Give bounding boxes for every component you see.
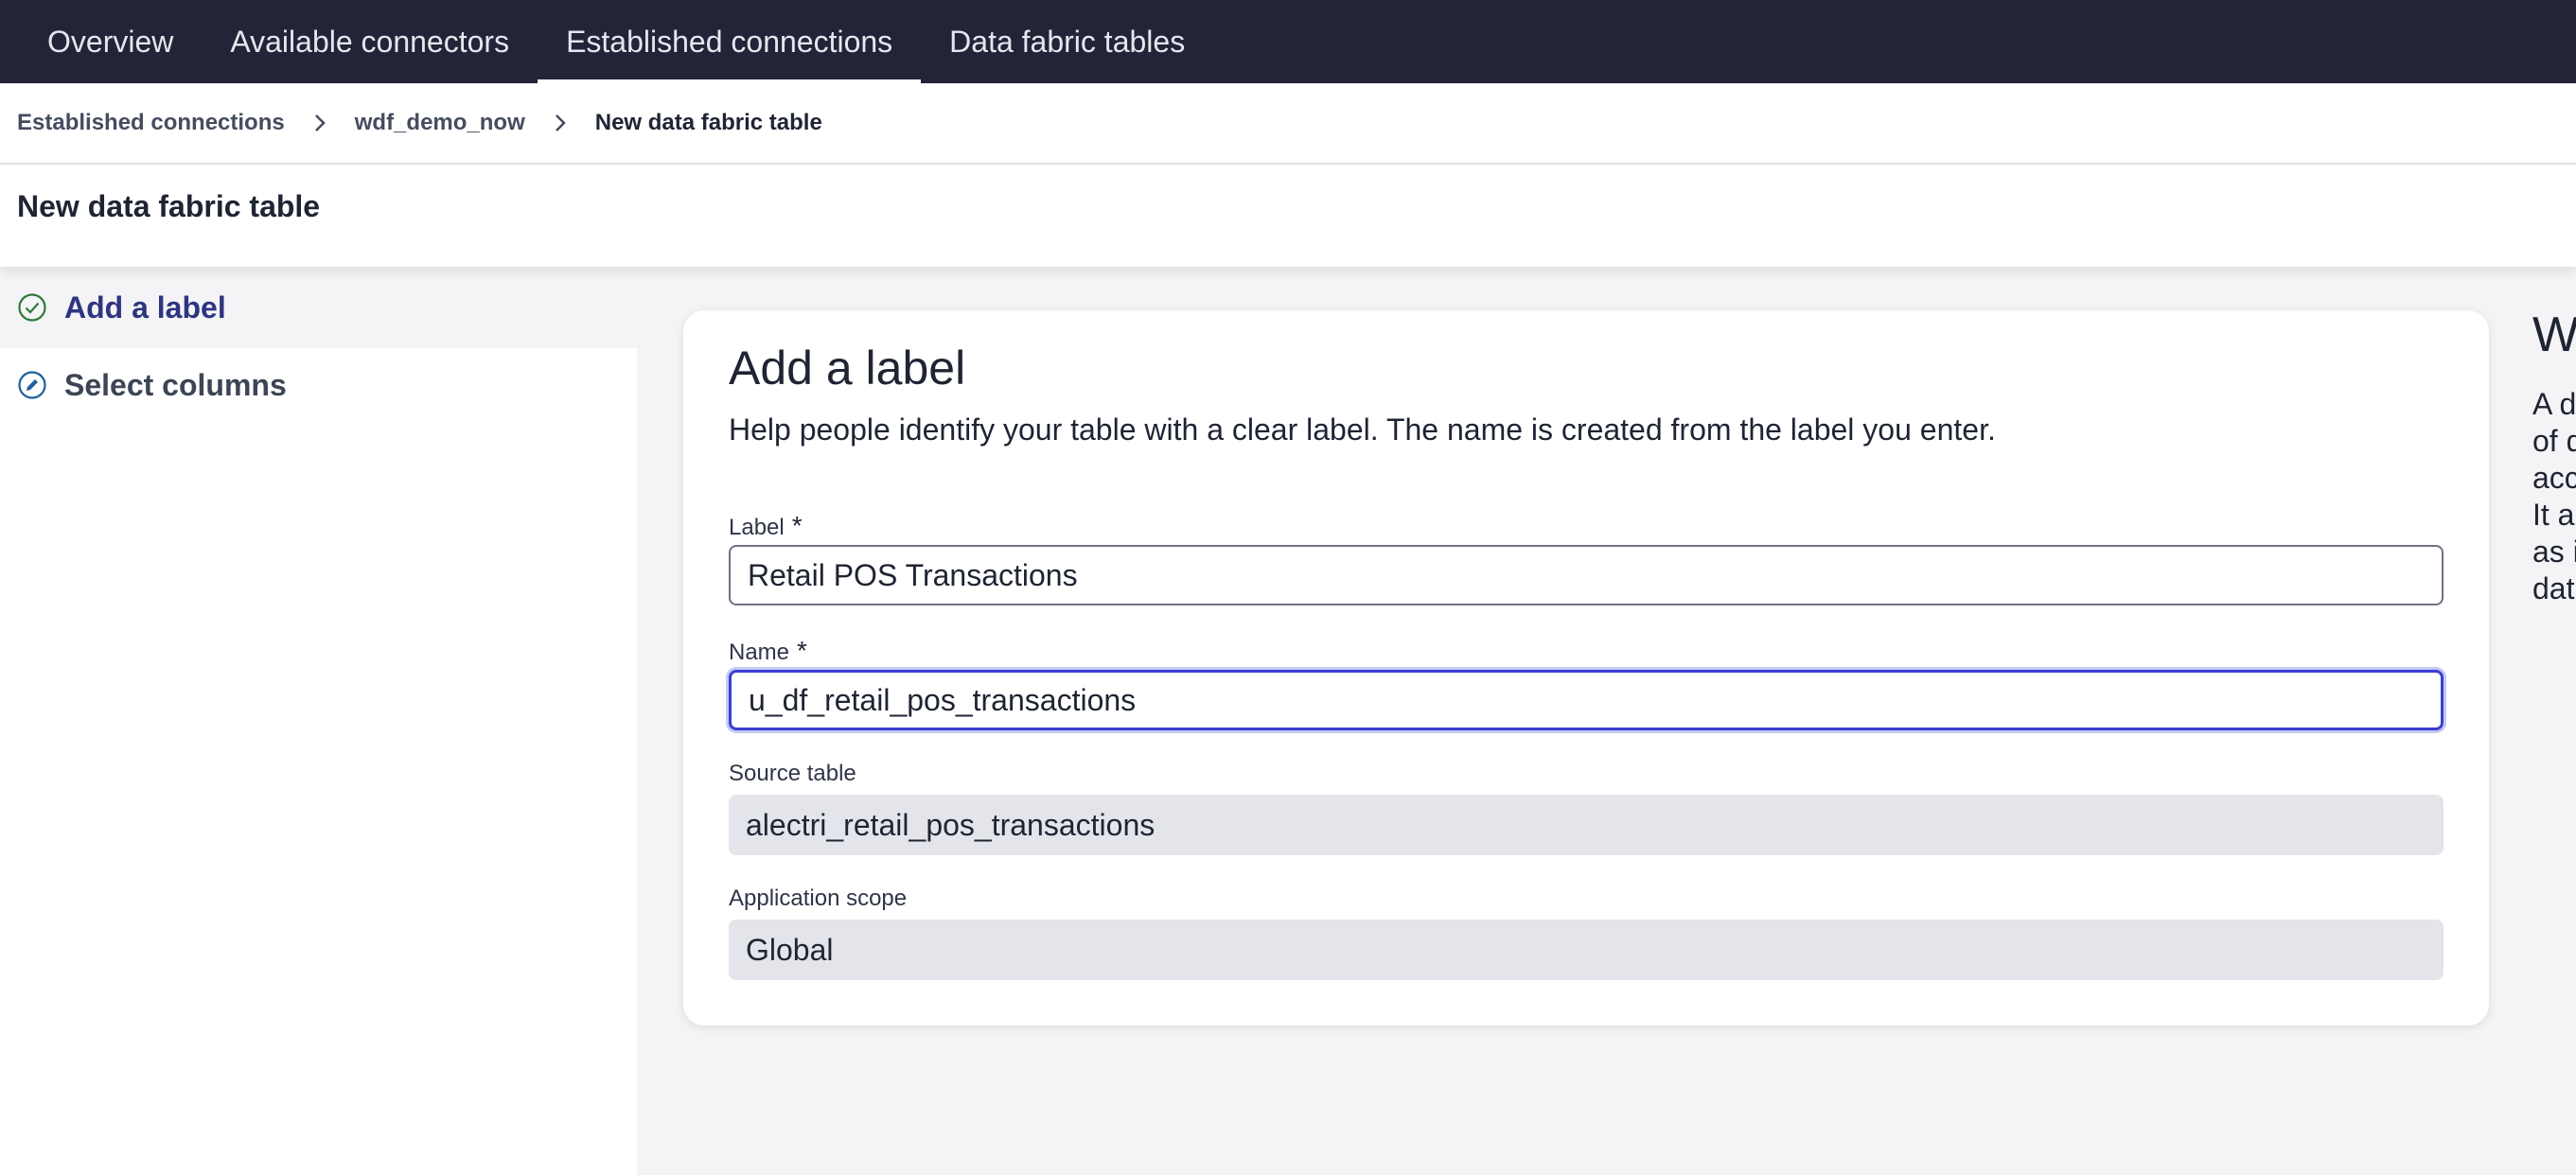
name-field-label: Name *	[729, 636, 807, 665]
source-table-field: alectri_retail_pos_transactions	[729, 795, 2444, 855]
chevron-right-icon	[554, 113, 567, 133]
step-label: Add a label	[64, 289, 226, 324]
required-asterisk-icon: *	[797, 636, 807, 665]
check-circle-icon	[17, 292, 47, 323]
application-scope-label: Application scope	[729, 886, 908, 911]
step-label: Select columns	[64, 367, 287, 402]
tab-overview[interactable]: Overview	[19, 0, 202, 83]
tab-available-connectors[interactable]: Available connectors	[202, 0, 538, 83]
breadcrumb-current: New data fabric table	[594, 110, 822, 135]
chevron-right-icon	[313, 113, 326, 133]
header-divider	[0, 163, 2576, 165]
add-label-card: Add a label Help people identify your ta…	[683, 310, 2489, 1026]
step-select-columns[interactable]: Select columns	[0, 348, 637, 422]
label-input[interactable]: Retail POS Transactions	[729, 545, 2444, 605]
page-title: New data fabric table	[17, 189, 321, 223]
step-add-a-label[interactable]: Add a label	[0, 267, 637, 348]
source-table-label: Source table	[729, 761, 856, 786]
breadcrumb: Established connections wdf_demo_now New…	[17, 83, 822, 163]
tab-established-connections[interactable]: Established connections	[538, 0, 922, 83]
breadcrumb-established-connections[interactable]: Established connections	[17, 110, 285, 136]
label-field-label: Label *	[729, 511, 803, 540]
application-scope-field: Global	[729, 920, 2444, 980]
required-asterisk-icon: *	[791, 511, 803, 540]
help-panel-title: W	[2532, 307, 2576, 362]
top-nav: Overview Available connectors Establishe…	[0, 0, 2576, 83]
help-panel-text: A d of d acc It a as i dat	[2532, 387, 2576, 605]
steps-sidebar: Add a label Select columns	[0, 267, 637, 1175]
name-input[interactable]: u_df_retail_pos_transactions	[729, 670, 2444, 730]
page-header: Established connections wdf_demo_now New…	[0, 83, 2576, 267]
breadcrumb-wdf-demo-now[interactable]: wdf_demo_now	[355, 110, 525, 136]
edit-circle-icon	[17, 370, 47, 400]
card-title: Add a label	[729, 342, 966, 395]
card-description: Help people identify your table with a c…	[729, 412, 1996, 447]
tab-data-fabric-tables[interactable]: Data fabric tables	[921, 0, 1213, 83]
